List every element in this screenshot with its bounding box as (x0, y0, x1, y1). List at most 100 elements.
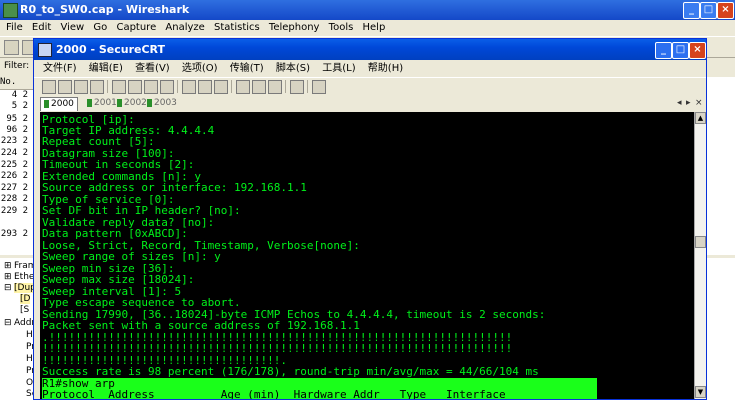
minimize-icon[interactable]: _ (655, 42, 672, 59)
detail-right-edge (707, 258, 735, 400)
tab-scroll-right-icon[interactable]: ▸ (686, 96, 691, 110)
scroll-down-icon[interactable]: ▼ (695, 386, 706, 398)
toolbar-separator (107, 80, 108, 93)
detail-ethernet[interactable]: Ethe (14, 272, 34, 282)
toolbar-separator (307, 80, 308, 93)
menu-telephony[interactable]: Telephony (269, 20, 320, 36)
packet-no: 227 2 (0, 183, 28, 193)
keymap-icon[interactable] (290, 80, 304, 94)
menu-view[interactable]: 查看(V) (135, 60, 170, 77)
toolbar-separator (177, 80, 178, 93)
terminal-scrollbar[interactable]: ▲ ▼ (694, 112, 706, 399)
securecrt-menubar: 文件(F) 编辑(E) 查看(V) 选项(O) 传输(T) 脚本(S) 工具(L… (34, 60, 706, 77)
expand-icon[interactable]: ⊞ (4, 261, 12, 271)
menu-options[interactable]: 选项(O) (182, 60, 218, 77)
tab-2000[interactable]: 2000 (40, 97, 78, 111)
menu-help[interactable]: 帮助(H) (368, 60, 403, 77)
detail-address[interactable]: Addr (14, 318, 35, 328)
packet-no: 293 2 (0, 229, 28, 239)
session-options-icon[interactable] (236, 80, 250, 94)
detail-dup-sub[interactable]: [D (20, 294, 31, 304)
session-status-icon (147, 98, 152, 107)
menu-statistics[interactable]: Statistics (214, 20, 260, 36)
menu-tools[interactable]: Tools (329, 20, 354, 36)
securecrt-titlebar: 2000 - SecureCRT _ □ × (34, 39, 706, 60)
connect-icon[interactable] (42, 80, 56, 94)
securecrt-toolbar (34, 77, 706, 97)
terminal-line: Timeout in seconds [2]: (42, 158, 195, 171)
minimize-icon[interactable]: _ (683, 2, 700, 19)
securecrt-window: 2000 - SecureCRT _ □ × 文件(F) 编辑(E) 查看(V)… (33, 38, 707, 400)
tab-label: 2003 (154, 98, 177, 108)
terminal-line: Data pattern [0xABCD]: (42, 227, 188, 240)
menu-go[interactable]: Go (93, 20, 107, 36)
tab-label: 2000 (51, 99, 74, 109)
menu-edit[interactable]: Edit (32, 20, 51, 36)
packet-no: 229 2 (0, 206, 28, 216)
filter-label: Filter: (4, 61, 30, 71)
reconnect-icon[interactable] (74, 80, 88, 94)
session-status-icon (44, 99, 49, 108)
session-tabs: 2000 2001 2002 2003 ◂ ▸ × (34, 96, 706, 111)
wireshark-titlebar: R0_to_SW0.cap - Wireshark _ □ × (0, 0, 735, 20)
restore-icon[interactable]: □ (700, 2, 717, 19)
menu-file[interactable]: 文件(F) (43, 60, 77, 77)
terminal-line: Success rate is 98 percent (176/178), ro… (42, 365, 539, 378)
terminal-line: Sweep max size [18024]: (42, 273, 195, 286)
menu-capture[interactable]: Capture (116, 20, 156, 36)
global-options-icon[interactable] (252, 80, 266, 94)
packet-no: 224 2 (0, 148, 28, 158)
menu-script[interactable]: 脚本(S) (276, 60, 310, 77)
close-icon[interactable]: × (689, 42, 706, 59)
tab-scroll-left-icon[interactable]: ◂ (677, 96, 682, 110)
collapse-icon[interactable]: ⊟ (4, 283, 12, 293)
tab-close-icon[interactable]: × (695, 96, 703, 110)
no-header-label: No. (0, 77, 17, 87)
disconnect-icon[interactable] (90, 80, 104, 94)
packet-no: 225 2 (0, 160, 28, 170)
collapse-icon[interactable]: ⊟ (4, 318, 12, 328)
toolbar-separator (285, 80, 286, 93)
print-icon[interactable] (182, 80, 196, 94)
detail-dup-sub2[interactable]: [S (20, 305, 29, 315)
help-icon[interactable] (312, 80, 326, 94)
copy-icon[interactable] (112, 80, 126, 94)
packet-no: 4 2 (11, 90, 28, 100)
session-status-icon (87, 98, 92, 107)
terminal-output[interactable]: Protocol [ip]: Target IP address: 4.4.4.… (40, 112, 694, 399)
scroll-thumb[interactable] (695, 236, 706, 248)
securecrt-title: 2000 - SecureCRT (56, 43, 166, 56)
terminal-line: Source address or interface: 192.168.1.1 (42, 181, 307, 194)
menu-help[interactable]: Help (363, 20, 386, 36)
paste-icon[interactable] (128, 80, 142, 94)
terminal-line: Repeat count [5]: (42, 135, 155, 148)
wireshark-title: R0_to_SW0.cap - Wireshark (20, 3, 190, 16)
terminal-line: Sweep range of sizes [n]: y (42, 250, 221, 263)
expand-icon[interactable]: ⊞ (4, 272, 12, 282)
toolbar-separator (231, 80, 232, 93)
packet-no: 226 2 (0, 171, 28, 181)
sftp-icon[interactable] (268, 80, 282, 94)
menu-tools[interactable]: 工具(L) (322, 60, 355, 77)
menu-transfer[interactable]: 传输(T) (230, 60, 264, 77)
log-icon[interactable] (214, 80, 228, 94)
packet-list-right-edge (707, 77, 735, 255)
quick-connect-icon[interactable] (58, 80, 72, 94)
maximize-icon[interactable]: □ (672, 42, 689, 59)
close-icon[interactable]: × (717, 2, 734, 19)
menu-file[interactable]: File (6, 20, 23, 36)
scroll-up-icon[interactable]: ▲ (695, 112, 706, 124)
terminal-line-highlighted: Protocol Address Age (min) Hardware Addr… (42, 389, 597, 399)
menu-edit[interactable]: 编辑(E) (89, 60, 123, 77)
packet-no: 5 2 (11, 101, 28, 111)
menu-view[interactable]: View (60, 20, 84, 36)
wireshark-app-icon (3, 3, 18, 18)
copy-paste-icon[interactable] (144, 80, 158, 94)
find-icon[interactable] (160, 80, 174, 94)
packet-no: 228 2 (0, 194, 28, 204)
terminal-line: !!!!!!!!!!!!!!!!!!!!!!!!!!!!!!!!!!!!!!!!… (42, 342, 513, 355)
tab-2003[interactable]: 2003 (144, 97, 180, 110)
print-setup-icon[interactable] (198, 80, 212, 94)
interfaces-icon[interactable] (4, 40, 19, 55)
menu-analyze[interactable]: Analyze (165, 20, 204, 36)
